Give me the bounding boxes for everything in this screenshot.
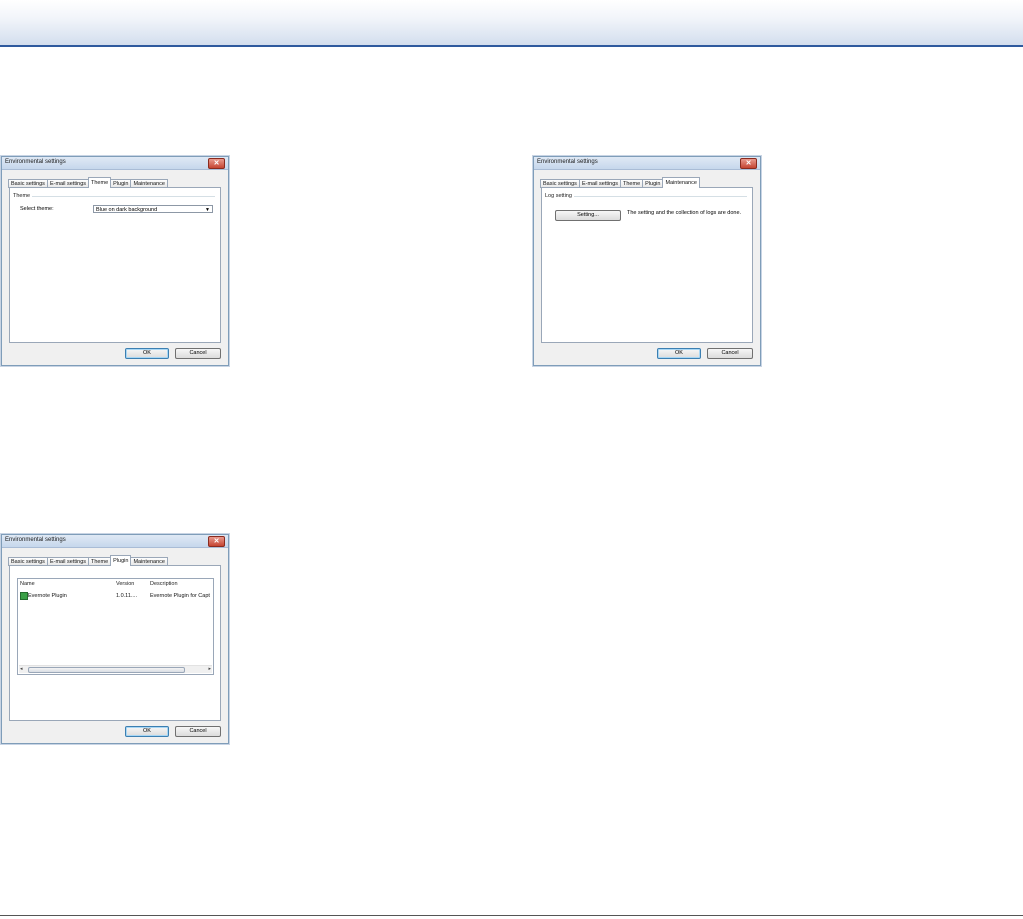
group-label-log-setting: Log setting <box>545 193 574 199</box>
plugin-version: 1.0.11.... <box>116 593 137 599</box>
tab-panel: Log setting Setting... The setting and t… <box>541 187 753 343</box>
dialog-title: Environmental settings <box>537 159 598 165</box>
tab-panel: Name Version Description Evernote Plugin… <box>9 565 221 721</box>
scroll-left-icon[interactable]: ◂ <box>20 666 23 672</box>
maintenance-settings-dialog: Environmental settings ✕ Basic settings … <box>533 156 761 366</box>
tab-bar: Basic settings E-mail settings Theme Plu… <box>8 177 168 188</box>
tab-bar: Basic settings E-mail settings Theme Plu… <box>8 555 168 566</box>
plugin-icon <box>20 592 28 600</box>
cancel-button[interactable]: Cancel <box>175 726 221 737</box>
plugin-name: Evernote Plugin <box>28 593 67 599</box>
plugin-list[interactable]: Name Version Description Evernote Plugin… <box>17 578 214 675</box>
dialog-titlebar: Environmental settings ✕ <box>2 157 228 170</box>
dialog-title: Environmental settings <box>5 537 66 543</box>
cancel-button[interactable]: Cancel <box>175 348 221 359</box>
dialog-titlebar: Environmental settings ✕ <box>534 157 760 170</box>
scroll-right-icon[interactable]: ▸ <box>208 666 211 672</box>
column-header-name[interactable]: Name <box>20 581 35 587</box>
column-header-version[interactable]: Version <box>116 581 134 587</box>
column-header-description[interactable]: Description <box>150 581 178 587</box>
scrollbar-thumb[interactable] <box>28 667 185 673</box>
dialog-titlebar: Environmental settings ✕ <box>2 535 228 548</box>
page-header-band <box>0 0 1023 47</box>
close-icon: ✕ <box>745 160 752 167</box>
theme-settings-dialog: Environmental settings ✕ Basic settings … <box>1 156 229 366</box>
horizontal-scrollbar[interactable]: ◂ ▸ <box>19 665 212 673</box>
ok-button[interactable]: OK <box>125 348 169 359</box>
group-divider <box>545 196 747 197</box>
cancel-button[interactable]: Cancel <box>707 348 753 359</box>
close-icon: ✕ <box>213 538 220 545</box>
tab-panel: Theme Select theme: Blue on dark backgro… <box>9 187 221 343</box>
chevron-down-icon: ▼ <box>205 207 210 213</box>
select-theme-label: Select theme: <box>20 206 54 212</box>
theme-select[interactable]: Blue on dark background ▼ <box>93 205 213 213</box>
group-label-theme: Theme <box>13 193 33 199</box>
tab-theme[interactable]: Theme <box>88 177 112 188</box>
ok-button[interactable]: OK <box>657 348 701 359</box>
tab-maintenance[interactable]: Maintenance <box>662 177 700 188</box>
close-icon: ✕ <box>213 160 220 167</box>
page-footer-rule <box>0 915 1023 916</box>
tab-plugin[interactable]: Plugin <box>110 555 132 566</box>
close-button[interactable]: ✕ <box>740 158 757 169</box>
theme-select-value: Blue on dark background <box>96 207 158 213</box>
tab-bar: Basic settings E-mail settings Theme Plu… <box>540 177 700 188</box>
plugin-settings-dialog: Environmental settings ✕ Basic settings … <box>1 534 229 744</box>
log-setting-button[interactable]: Setting... <box>555 210 621 221</box>
ok-button[interactable]: OK <box>125 726 169 737</box>
close-button[interactable]: ✕ <box>208 536 225 547</box>
plugin-description: Evernote Plugin for Capt <box>150 593 210 599</box>
close-button[interactable]: ✕ <box>208 158 225 169</box>
dialog-title: Environmental settings <box>5 159 66 165</box>
group-divider <box>13 196 215 197</box>
log-setting-description: The setting and the collection of logs a… <box>627 210 742 216</box>
